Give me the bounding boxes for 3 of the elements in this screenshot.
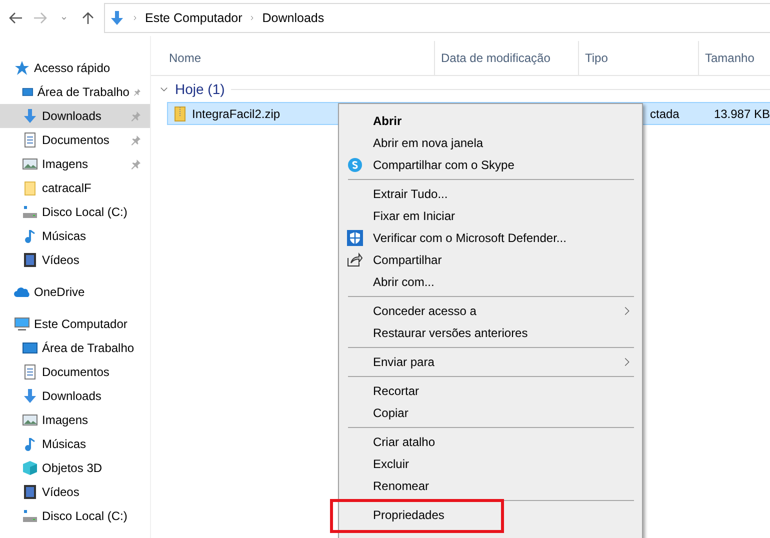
file-type: ctada: [650, 106, 680, 120]
file-name: IntegraFacil2.zip: [192, 106, 282, 120]
file-size: 13.987 KB: [712, 106, 770, 120]
